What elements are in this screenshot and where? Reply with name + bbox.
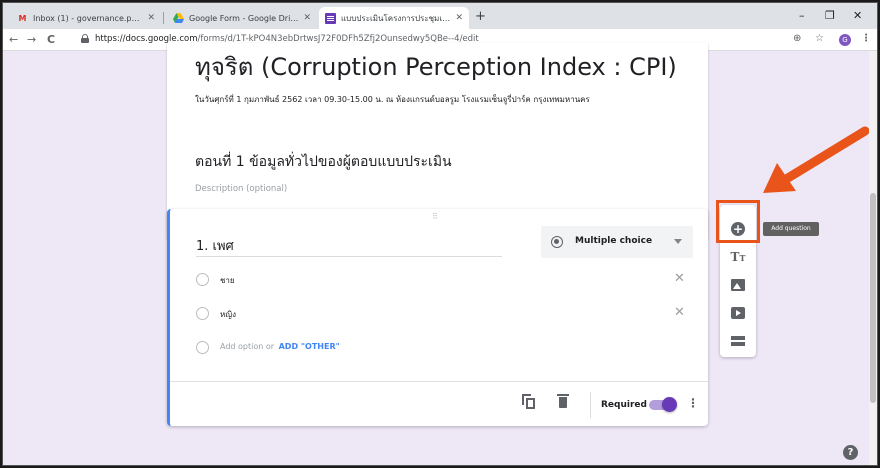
browser-menu-icon[interactable]: ⋮ [861, 33, 871, 44]
google-forms-icon [325, 12, 336, 24]
tab-label: Google Form - Google Drive [189, 13, 299, 23]
avatar[interactable]: G [839, 34, 851, 46]
scrollbar-thumb[interactable] [870, 193, 876, 403]
forward-button[interactable]: → [27, 33, 36, 46]
zoom-icon[interactable]: ⊕ [793, 33, 801, 44]
close-window-button[interactable]: ✕ [853, 9, 862, 22]
tab-gmail[interactable]: M Inbox (1) - governance.pacc@gm ✕ [11, 7, 161, 29]
new-tab-button[interactable]: + [475, 9, 486, 24]
close-icon[interactable]: ✕ [455, 13, 463, 23]
scrollbar[interactable] [869, 51, 877, 465]
reload-button[interactable]: C [47, 33, 55, 46]
tab-google-form[interactable]: แบบประเมินโครงการประชุมเชิงปฏิบัติการ ✕ [319, 7, 469, 29]
gmail-icon: M [18, 13, 27, 23]
google-drive-icon [173, 13, 184, 24]
browser-window: M Inbox (1) - governance.pacc@gm ✕ Googl… [2, 2, 878, 466]
restore-button[interactable]: ❐ [825, 9, 835, 22]
close-icon[interactable]: ✕ [147, 13, 155, 23]
lock-icon [81, 34, 89, 43]
tab-google-drive[interactable]: Google Form - Google Drive ✕ [167, 7, 317, 29]
annotation-arrow-icon [763, 126, 870, 193]
tab-strip: M Inbox (1) - governance.pacc@gm ✕ Googl… [3, 3, 877, 29]
tab-separator [163, 12, 164, 24]
back-button[interactable]: ← [9, 33, 18, 46]
help-icon[interactable]: ? [843, 445, 858, 460]
tab-label: Inbox (1) - governance.pacc@gm [33, 13, 142, 23]
tab-label: แบบประเมินโครงการประชุมเชิงปฏิบัติการ [341, 13, 450, 23]
minimize-button[interactable]: – [799, 9, 805, 22]
star-icon[interactable]: ☆ [815, 33, 824, 44]
close-icon[interactable]: ✕ [303, 13, 311, 23]
form-editor: ทุจริต (Corruption Perception Index : CP… [3, 43, 877, 465]
